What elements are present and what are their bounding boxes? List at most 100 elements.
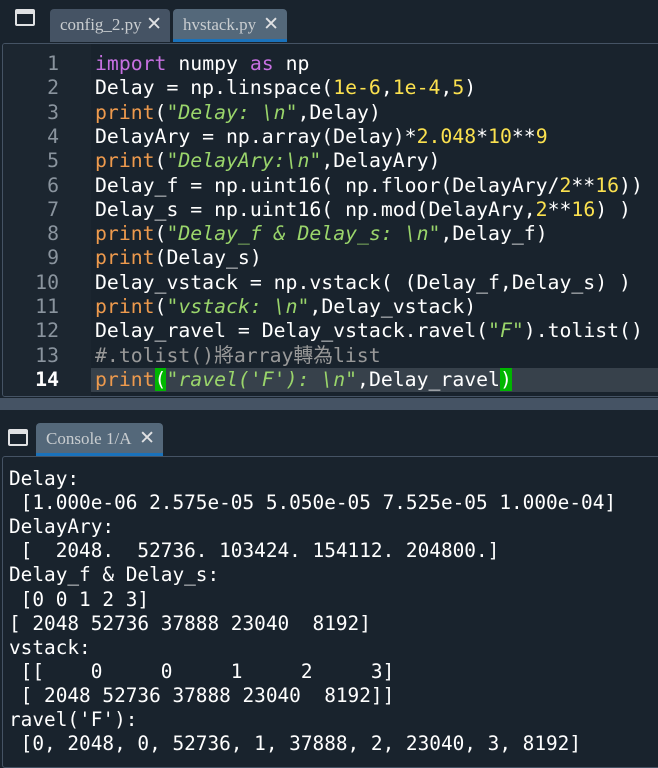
- code-line[interactable]: 2 Delay = np.linspace(1e-6,1e-4,5): [3, 76, 658, 100]
- code-token: )): [619, 173, 643, 197]
- code-token: ,Delay_vstack): [309, 295, 477, 318]
- code-line[interactable]: 6 Delay_f = np.uint16( np.floor(DelayAry/…: [3, 174, 658, 198]
- tab-label: hvstack.py: [183, 15, 257, 34]
- code-token: ": [166, 222, 179, 246]
- code-token: **: [571, 173, 596, 197]
- code-token: (: [154, 295, 167, 318]
- code-line[interactable]: 4 DelayAry = np.array(Delay)*2.048*10**9: [3, 125, 658, 149]
- code-token: numpy: [178, 52, 250, 75]
- code-token: ": [166, 149, 179, 173]
- code-token: ,: [380, 76, 393, 100]
- tab-label: Console 1/A: [46, 429, 132, 448]
- code-token: 5: [452, 76, 465, 100]
- code-token: Delay = np.linspace(: [95, 76, 334, 100]
- code-line[interactable]: 9 print(Delay_s): [3, 246, 658, 270]
- console-output-line: [ 2048 52736 37888 23040 8192]]: [9, 683, 395, 707]
- code-line[interactable]: 7 Delay_s = np.uint16( np.mod(DelayAry,2*…: [3, 198, 658, 222]
- code-token: DelayAry = np.array(Delay)*: [95, 124, 417, 148]
- code-token: (: [154, 149, 167, 173]
- code-token: import: [95, 52, 167, 75]
- code-line[interactable]: 13 #.tolist()將array轉為list: [3, 344, 658, 368]
- close-icon[interactable]: ✕: [139, 423, 155, 454]
- code-token: ": [166, 295, 179, 318]
- code-line[interactable]: 12 Delay_ravel = Delay_vstack.ravel("F").…: [3, 319, 658, 343]
- line-number: 11: [35, 295, 59, 318]
- code-line[interactable]: 5 print("DelayAry:\n",DelayAry): [3, 149, 658, 173]
- close-icon[interactable]: ✕: [263, 9, 279, 40]
- code-token: 9: [535, 124, 548, 148]
- code-text: print("DelayAry:\n",DelayAry): [95, 149, 440, 173]
- code-token: 10: [488, 124, 512, 148]
- line-number: 8: [47, 222, 59, 246]
- code-editor[interactable]: 1 import numpy as np 2 Delay = np.linspace(…: [2, 43, 658, 397]
- console-output-line: [0, 2048, 0, 52736, 1, 37888, 2, 23040, …: [9, 732, 582, 756]
- close-icon[interactable]: ✕: [146, 9, 162, 40]
- line-number: 10: [35, 270, 59, 294]
- code-token: 16: [595, 173, 620, 197]
- code-line[interactable]: 14 print("ravel('F'): \n",Delay_ravel): [3, 367, 658, 392]
- window-icon[interactable]: [15, 9, 35, 26]
- code-token: 2: [559, 173, 572, 197]
- tab-hvstack[interactable]: hvstack.py ✕: [173, 9, 287, 42]
- editor-tab-bar: config_2.py ✕ hvstack.py ✕: [0, 0, 658, 42]
- code-token: ).tolist(): [523, 319, 643, 343]
- code-token: Delay_f = np.uint16( np.floor(DelayAry/: [95, 173, 560, 197]
- panel-splitter[interactable]: [0, 398, 658, 410]
- code-token: print: [95, 149, 155, 173]
- code-line[interactable]: 11 print("vstack: \n",Delay_vstack): [3, 295, 658, 319]
- code-token: ,Delay_ravel: [357, 367, 500, 391]
- console-output-line: [ 2048 52736 37888 23040 8192]: [9, 611, 371, 635]
- line-number: 9: [47, 246, 59, 270]
- console-tab-bar: Console 1/A ✕: [0, 410, 658, 456]
- line-number: 2: [47, 76, 59, 100]
- code-line[interactable]: 8 print("Delay_f & Delay_s: \n",Delay_f): [3, 222, 658, 246]
- tab-console[interactable]: Console 1/A ✕: [36, 423, 163, 456]
- code-token: as: [249, 52, 274, 75]
- code-token: Delay_s = np.uint16( np.mod(DelayAry,: [95, 197, 536, 221]
- code-line[interactable]: 10 Delay_vstack = np.vstack( (Delay_f,Del…: [3, 271, 658, 295]
- line-number: 14: [35, 367, 59, 391]
- line-number: 12: [35, 319, 59, 343]
- code-text: DelayAry = np.array(Delay)*2.048*10**9: [95, 125, 548, 149]
- code-token: #.tolist()將array轉為list: [95, 343, 381, 367]
- console-output-line: DelayAry:: [9, 515, 115, 539]
- code-text: print("Delay: \n",Delay): [95, 101, 381, 125]
- code-text: Delay = np.linspace(1e-6,1e-4,5): [95, 76, 476, 100]
- code-token: *: [476, 124, 489, 148]
- code-token: ): [464, 76, 477, 100]
- ipython-console[interactable]: Delay: [1.000e-06 2.575e-05 5.050e-05 7.…: [2, 456, 658, 768]
- code-text: Delay_s = np.uint16( np.mod(DelayAry,2**…: [95, 198, 631, 222]
- tab-label: config_2.py: [60, 15, 142, 34]
- code-token: Delay_f & Delay_s: \n: [178, 222, 429, 246]
- code-token: ": [166, 367, 179, 391]
- code-token: ": [511, 319, 524, 343]
- code-token: F: [499, 319, 512, 343]
- code-token: 2: [535, 197, 548, 221]
- line-number: 3: [47, 100, 59, 124]
- code-token: print: [95, 246, 155, 270]
- code-token: Delay: \n: [178, 100, 286, 124]
- code-token: np: [273, 52, 310, 75]
- console-output-line: Delay_f & Delay_s:: [9, 563, 220, 587]
- code-text: #.tolist()將array轉為list: [95, 344, 381, 368]
- line-number: 5: [47, 149, 59, 173]
- console-output-line: [ 2048. 52736. 103424. 154112. 204800.]: [9, 539, 500, 563]
- code-text: print(Delay_s): [95, 246, 262, 270]
- code-text: print("Delay_f & Delay_s: \n",Delay_f): [95, 222, 548, 246]
- code-token: 16: [571, 197, 596, 221]
- code-line[interactable]: 1 import numpy as np: [3, 52, 658, 76]
- code-token: 1e-4: [392, 76, 441, 100]
- line-number: 4: [47, 124, 59, 148]
- window-icon[interactable]: [8, 429, 28, 446]
- code-token: ,Delay_f): [440, 222, 548, 246]
- tab-config-2[interactable]: config_2.py ✕: [50, 9, 170, 42]
- code-token: (Delay_s): [154, 246, 262, 270]
- code-line[interactable]: 3 print("Delay: \n",Delay): [3, 101, 658, 125]
- code-token: ": [297, 295, 310, 318]
- code-token: **: [511, 124, 536, 148]
- code-text: Delay_f = np.uint16( np.floor(DelayAry/2…: [95, 174, 643, 198]
- code-text: print("ravel('F'): \n",Delay_ravel): [95, 367, 512, 392]
- code-token: ,Delay): [297, 100, 381, 124]
- code-token: ,: [440, 76, 453, 100]
